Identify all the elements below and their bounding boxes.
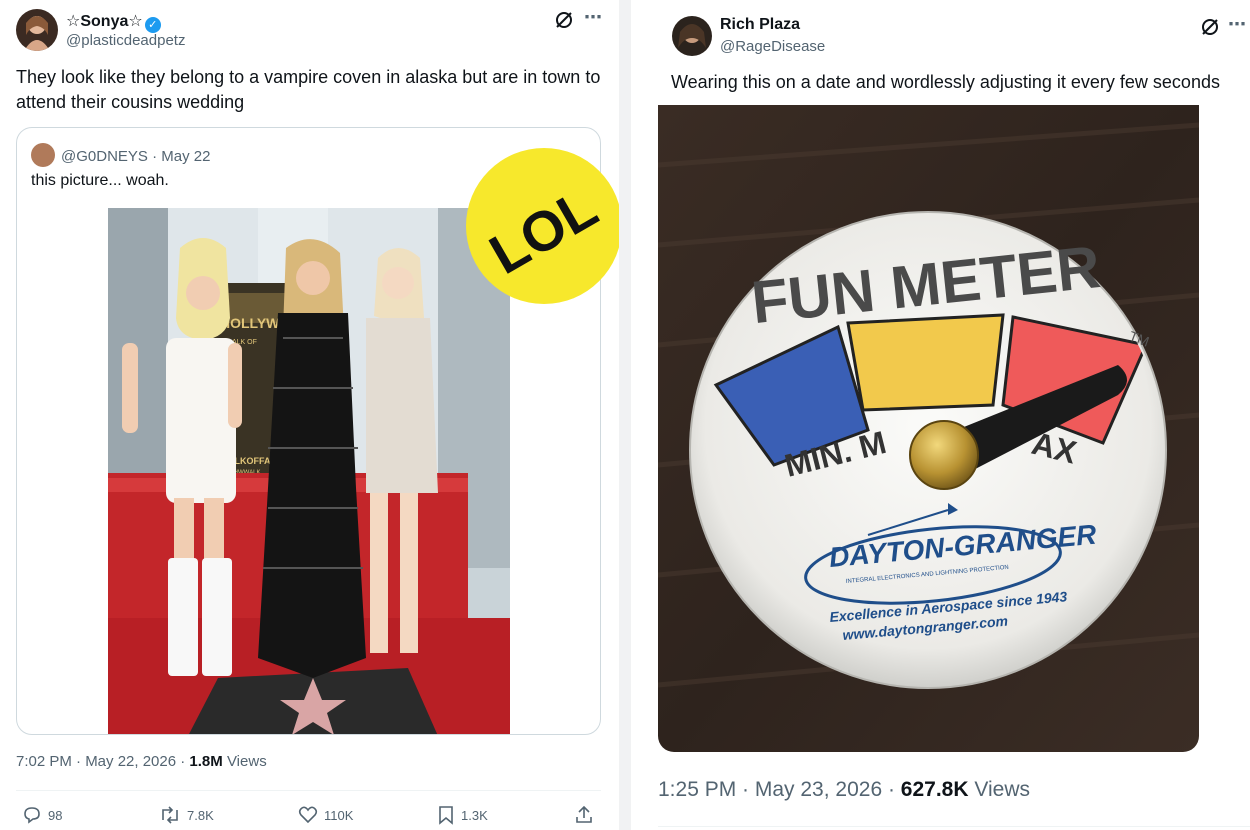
views-label: Views <box>968 778 1030 801</box>
avatar-rich-plaza[interactable] <box>672 16 712 56</box>
quote-separator: · <box>152 148 158 165</box>
action-bar: 98 7.8K 110K 1.3K <box>16 790 601 830</box>
views-count: 627.8K <box>900 778 969 801</box>
quote-header: @G0DNEYS · May 22 <box>31 143 210 167</box>
more-icon[interactable]: ⋯ <box>1228 14 1246 35</box>
quote-date[interactable]: May 22 <box>161 148 210 165</box>
fun-meter-photo[interactable]: FUN METER TM MIN. M AX DAYTON-GRANGER IN… <box>658 105 1199 752</box>
tweet-text: Wearing this on a date and wordlessly ad… <box>671 72 1220 92</box>
repost-count: 7.8K <box>187 807 214 823</box>
share-button[interactable] <box>574 805 594 825</box>
author-handle[interactable]: @RageDisease <box>720 38 825 55</box>
author-name[interactable]: Rich Plaza <box>720 16 800 34</box>
grok-icon[interactable] <box>1200 17 1220 42</box>
reply-count: 98 <box>48 807 63 823</box>
lol-sticker: LOL <box>466 148 622 304</box>
bookmark-button[interactable]: 1.3K <box>437 805 488 825</box>
verified-icon: ✓ <box>144 17 161 33</box>
reply-icon <box>24 807 40 824</box>
tweet-meta: 7:02 PM · May 22, 2026 · 1.8M Views <box>16 753 267 770</box>
more-icon[interactable]: ⋯ <box>584 7 602 28</box>
meter-knob <box>909 420 979 490</box>
like-count: 110K <box>324 807 354 823</box>
bookmark-icon <box>439 806 453 825</box>
tweet-text: They look like they belong to a vampire … <box>16 67 601 112</box>
quote-text: this picture... woah. <box>31 172 169 189</box>
lol-text: LOL <box>479 175 607 286</box>
bottom-divider <box>658 826 1250 827</box>
views-label: Views <box>222 753 267 770</box>
grok-icon[interactable] <box>554 10 574 35</box>
share-icon <box>576 805 592 823</box>
views-count: 1.8M <box>189 753 223 770</box>
walk-of-fame-photo[interactable]: HOLLYW ALK OF ALKOFFA WHWWALK <box>108 208 510 734</box>
repost-icon <box>162 806 178 824</box>
tweet-timestamp[interactable]: 7:02 PM · May 22, 2026 · <box>16 753 189 770</box>
tweet-timestamp[interactable]: 1:25 PM · May 23, 2026 · <box>658 778 901 801</box>
repost-button[interactable]: 7.8K <box>159 805 214 825</box>
reply-button[interactable]: 98 <box>22 805 62 825</box>
bookmark-count: 1.3K <box>461 807 488 823</box>
author-name[interactable]: ☆Sonya☆ ✓ <box>66 11 161 33</box>
quote-handle[interactable]: @G0DNEYS <box>61 148 148 165</box>
quote-avatar[interactable] <box>31 143 55 167</box>
author-name-text[interactable]: ☆Sonya☆ <box>66 13 143 30</box>
like-icon <box>298 806 318 824</box>
tweet-meta: 1:25 PM · May 23, 2026 · 627.8K Views <box>658 778 1030 802</box>
column-divider <box>619 0 631 830</box>
like-button[interactable]: 110K <box>298 805 353 825</box>
avatar-sonya[interactable] <box>16 9 58 51</box>
author-handle[interactable]: @plasticdeadpetz <box>66 32 185 49</box>
